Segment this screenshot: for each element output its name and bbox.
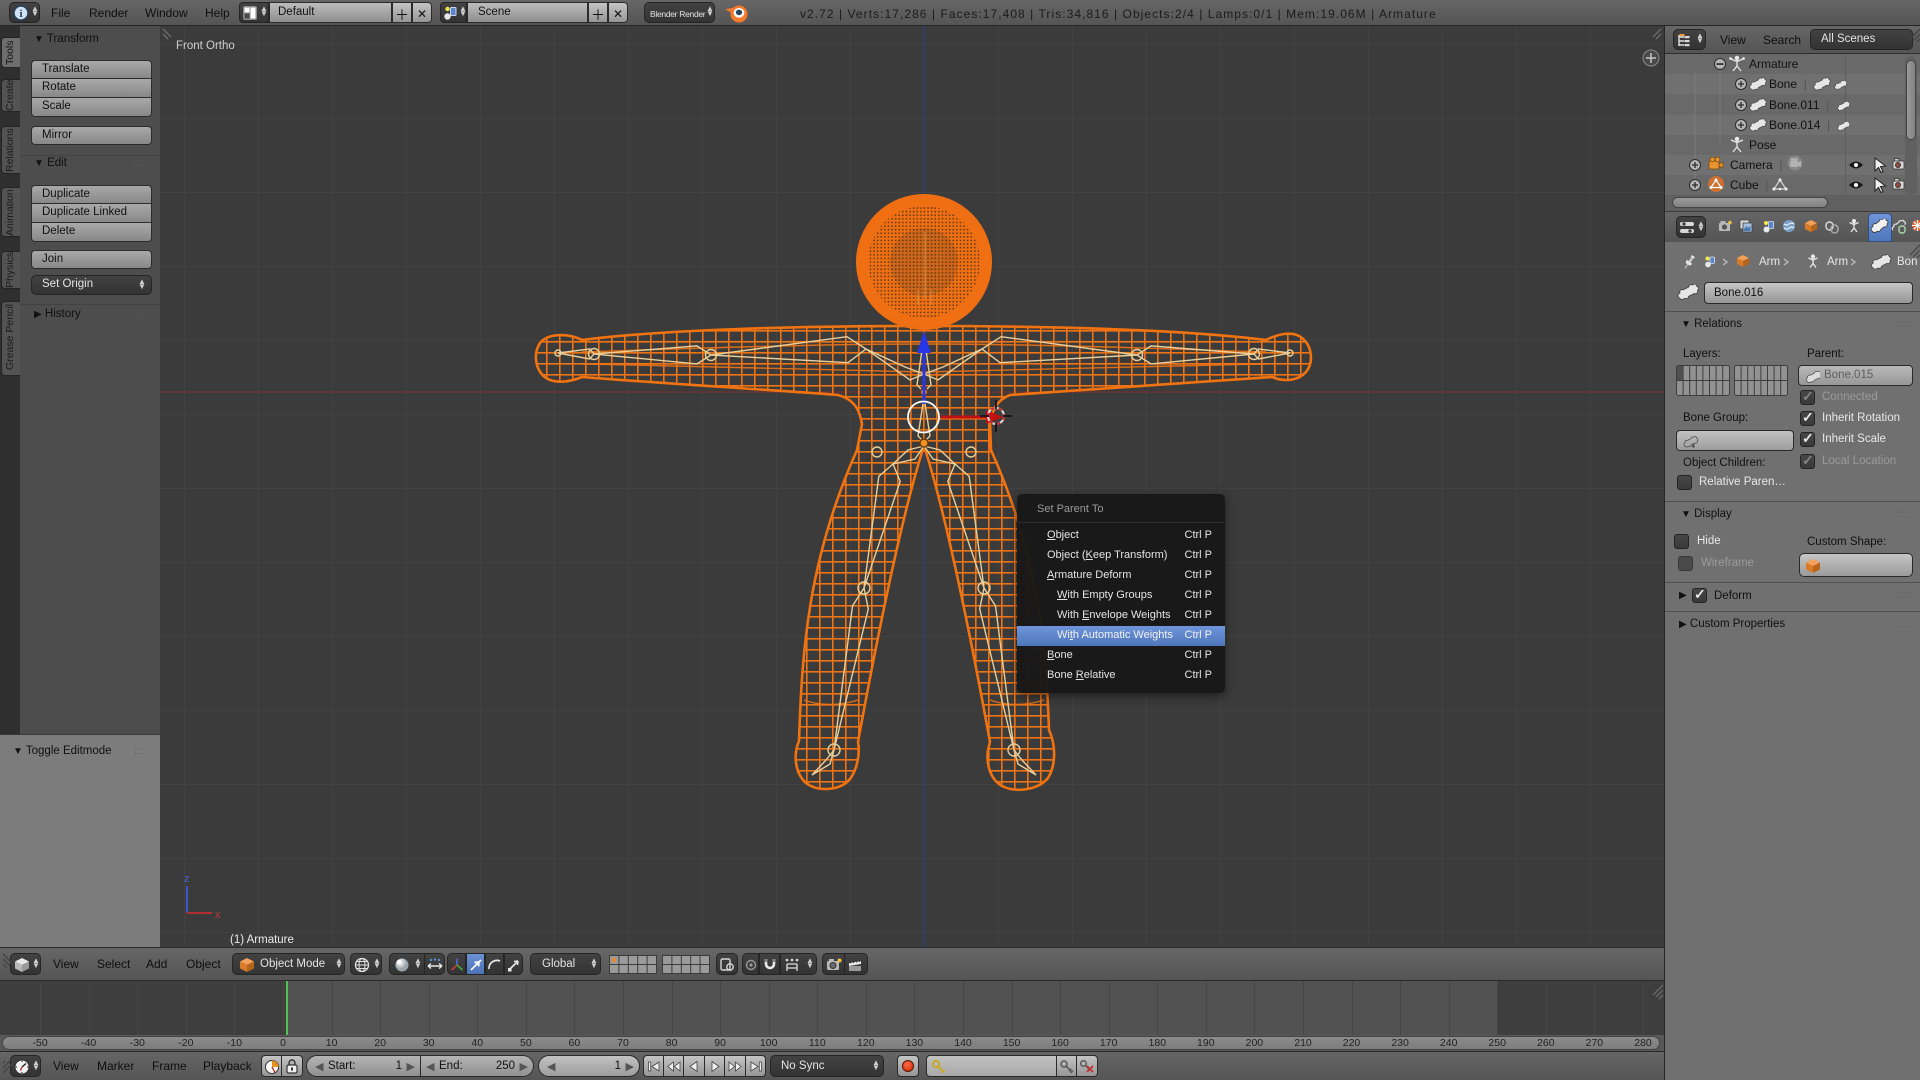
svg-text:Front Ortho: Front Ortho (176, 40, 235, 52)
svg-text:z: z (184, 873, 190, 885)
svg-text:i: i (19, 8, 22, 20)
svg-text:x: x (215, 909, 221, 921)
svg-text:(1) Armature: (1) Armature (230, 934, 294, 946)
